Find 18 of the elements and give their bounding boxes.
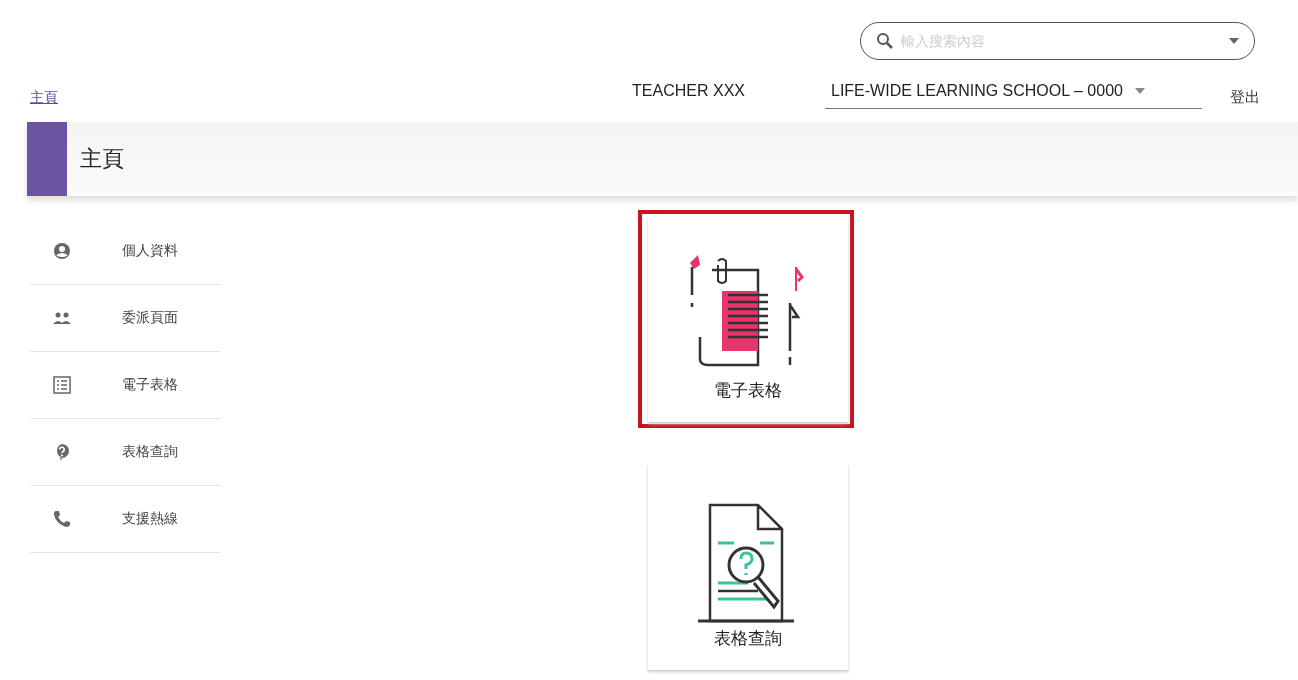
logout-link[interactable]: 登出: [1230, 87, 1260, 107]
sidebar-item[interactable]: 個人資料: [30, 218, 220, 285]
page-title: 主頁: [80, 145, 124, 173]
breadcrumb-link[interactable]: 主頁: [30, 89, 58, 107]
sidebar-item[interactable]: 電子表格: [30, 352, 220, 419]
caret-icon: [1229, 38, 1239, 44]
phone-icon: [52, 509, 72, 529]
school-select[interactable]: LIFE-WIDE LEARNING SCHOOL – 0000: [825, 73, 1202, 109]
search-icon: [876, 32, 894, 50]
sidebar-item[interactable]: 表格查詢: [30, 419, 220, 486]
menu-tile[interactable]: 電子表格: [648, 216, 848, 422]
caret-icon: [1134, 87, 1145, 94]
sidebar-item[interactable]: 支援熱線: [30, 486, 220, 553]
list-icon: [52, 375, 72, 395]
menu-tile[interactable]: 表格查詢: [648, 464, 848, 670]
sidebar-item[interactable]: 委派頁面: [30, 285, 220, 352]
user-name: TEACHER XXX: [632, 82, 745, 100]
account-icon: [52, 241, 72, 261]
